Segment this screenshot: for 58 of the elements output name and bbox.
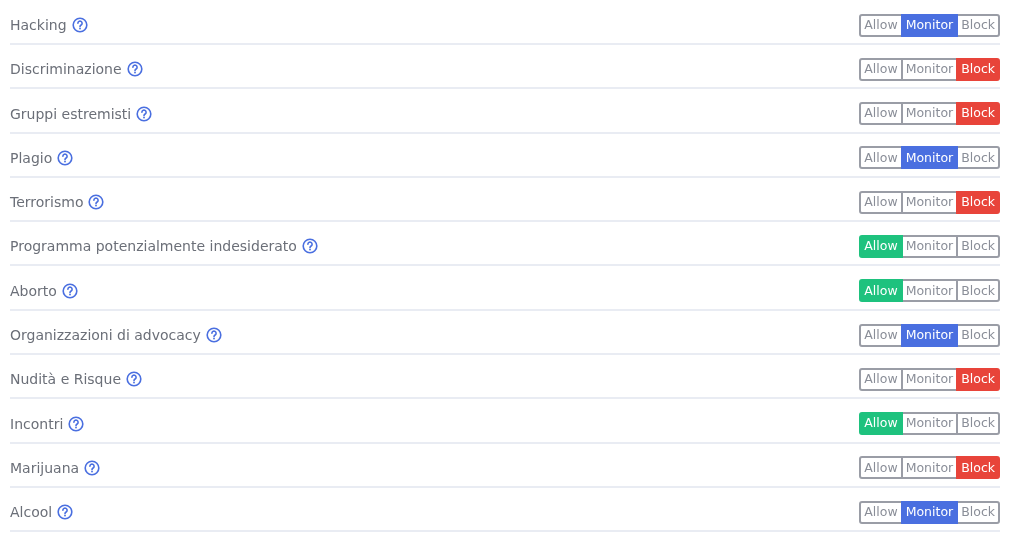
option-button[interactable]: Monitor: [900, 190, 959, 214]
option-button[interactable]: Block: [956, 323, 1000, 347]
help-icon[interactable]: [88, 194, 105, 211]
category-label: Programma potenzialmente indesiderato: [10, 238, 297, 255]
help-icon[interactable]: [126, 61, 143, 78]
option-button[interactable]: Allow: [859, 367, 903, 391]
option-button[interactable]: Monitor: [900, 367, 959, 391]
option-button[interactable]: Allow: [859, 13, 903, 37]
category-label: Gruppi estremisti: [10, 105, 132, 122]
help-icon[interactable]: [57, 504, 74, 521]
option-button[interactable]: Monitor: [900, 57, 959, 81]
option-button[interactable]: Monitor: [900, 102, 959, 126]
option-button[interactable]: Block: [956, 13, 1000, 37]
option-button[interactable]: Allow: [859, 57, 903, 81]
option-button[interactable]: Allow: [859, 190, 903, 214]
option-button[interactable]: Block: [956, 146, 1000, 170]
category-label: Alcool: [10, 504, 53, 521]
option-button[interactable]: Monitor: [900, 323, 959, 347]
category-label: Discriminazione: [10, 61, 122, 78]
option-button[interactable]: Allow: [859, 500, 903, 524]
option-button[interactable]: Block: [956, 456, 1000, 480]
option-button[interactable]: Allow: [859, 456, 903, 480]
option-button[interactable]: Monitor: [900, 456, 959, 480]
option-button[interactable]: Block: [956, 235, 1000, 258]
option-button[interactable]: Monitor: [900, 13, 959, 37]
option-button[interactable]: Allow: [859, 102, 903, 126]
option-button[interactable]: Block: [956, 412, 1000, 436]
option-button[interactable]: Block: [956, 102, 1000, 126]
category-label: Incontri: [10, 415, 64, 432]
category-label: Nudità e Risque: [10, 371, 121, 388]
option-button[interactable]: Block: [956, 279, 1000, 303]
help-icon[interactable]: [301, 238, 318, 255]
option-button[interactable]: Block: [956, 500, 1000, 524]
option-button[interactable]: Block: [956, 57, 1000, 81]
option-button[interactable]: Allow: [859, 235, 903, 258]
category-label: Plagio: [10, 149, 53, 166]
category-label: Terrorismo: [10, 194, 84, 211]
category-label: Aborto: [10, 282, 57, 299]
option-button[interactable]: Allow: [859, 146, 903, 170]
option-button[interactable]: Monitor: [900, 500, 959, 524]
option-button[interactable]: Block: [956, 190, 1000, 214]
option-button[interactable]: Monitor: [900, 146, 959, 170]
option-button[interactable]: Monitor: [900, 235, 959, 258]
category-label: Organizzazioni di advocacy: [10, 327, 201, 344]
help-icon[interactable]: [61, 282, 78, 299]
help-icon[interactable]: [71, 17, 88, 33]
help-icon[interactable]: [126, 371, 142, 388]
category-label: Hacking: [10, 17, 67, 33]
option-button[interactable]: Block: [956, 367, 1000, 391]
help-icon[interactable]: [68, 415, 85, 432]
option-button[interactable]: Allow: [859, 412, 903, 436]
help-icon[interactable]: [205, 327, 222, 344]
help-icon[interactable]: [136, 105, 153, 122]
option-button[interactable]: Allow: [859, 279, 903, 303]
help-icon[interactable]: [84, 459, 101, 476]
option-button[interactable]: Allow: [859, 323, 903, 347]
category-label: Marijuana: [10, 459, 80, 476]
help-icon[interactable]: [57, 149, 74, 166]
